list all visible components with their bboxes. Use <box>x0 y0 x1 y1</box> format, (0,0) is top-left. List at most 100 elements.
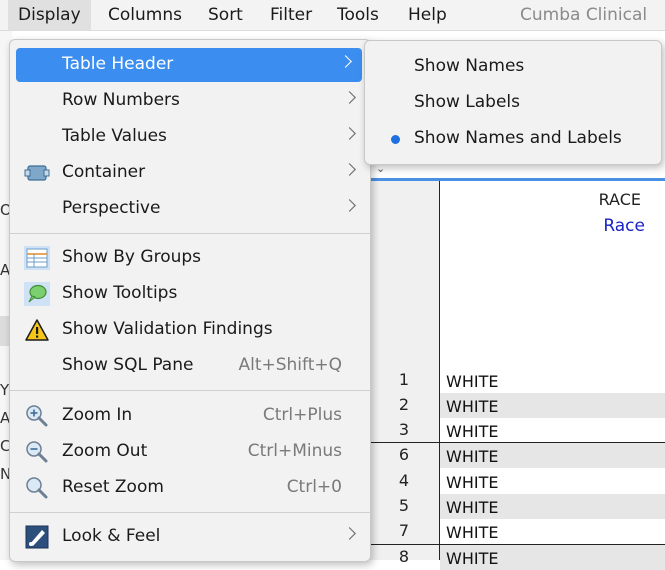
menu-tools[interactable]: Tools <box>327 0 389 30</box>
left-panel-char: Y <box>0 381 10 399</box>
tooltip-icon <box>24 282 50 306</box>
data-table: ⌄ RACE Race 1 WHITE 2 WHITE 3 WHITE 6 WH… <box>368 160 665 570</box>
menu-item-zoom-in[interactable]: Zoom In Ctrl+Plus <box>10 399 370 433</box>
column-header-name[interactable]: RACE <box>599 190 641 209</box>
menu-item-label: Reset Zoom <box>62 477 164 497</box>
cell-value: WHITE <box>446 397 499 416</box>
menu-item-shortcut: Ctrl+0 <box>286 477 342 497</box>
menu-item-label: Perspective <box>62 198 161 218</box>
chevron-right-icon <box>343 163 356 176</box>
submenu-item-label: Show Labels <box>414 92 520 112</box>
menu-item-show-validation-findings[interactable]: Show Validation Findings <box>10 313 370 347</box>
chevron-right-icon <box>343 199 356 212</box>
chevron-right-icon <box>343 127 356 140</box>
menu-separator <box>10 390 370 391</box>
column-header-label[interactable]: Race <box>603 216 645 236</box>
table-cell[interactable]: WHITE <box>440 368 665 393</box>
menu-item-reset-zoom[interactable]: Reset Zoom Ctrl+0 <box>10 471 370 505</box>
table-cell[interactable]: WHITE <box>440 393 665 418</box>
row-number: 7 <box>398 521 409 540</box>
menu-item-perspective[interactable]: Perspective <box>10 192 370 226</box>
menu-item-label: Show Tooltips <box>62 283 178 303</box>
menu-item-shortcut: Alt+Shift+Q <box>238 355 342 375</box>
menu-item-label: Zoom In <box>62 405 133 425</box>
row-number: 6 <box>398 445 409 464</box>
menu-item-label: Show By Groups <box>62 247 202 267</box>
menu-item-look-and-feel[interactable]: Look & Feel <box>10 520 370 554</box>
menu-item-container[interactable]: Container <box>10 156 370 190</box>
table-header-submenu: Show Names Show Labels Show Names and La… <box>364 40 662 165</box>
menu-item-show-tooltips[interactable]: Show Tooltips <box>10 277 370 311</box>
menu-item-label: Table Values <box>62 126 167 146</box>
look-and-feel-icon <box>24 525 50 549</box>
menu-item-show-sql-pane[interactable]: Show SQL Pane Alt+Shift+Q <box>10 349 370 383</box>
row-number: 8 <box>398 547 409 566</box>
submenu-item-show-names-and-labels[interactable]: Show Names and Labels <box>365 121 661 157</box>
table-cell[interactable]: WHITE <box>440 494 665 519</box>
menu-item-shortcut: Ctrl+Plus <box>262 405 342 425</box>
chevron-right-icon <box>339 55 352 68</box>
cell-value: WHITE <box>446 422 499 441</box>
menu-item-table-values[interactable]: Table Values <box>10 120 370 154</box>
table-cell[interactable]: WHITE <box>440 469 665 494</box>
menu-item-label: Show SQL Pane <box>62 355 194 375</box>
cell-value: WHITE <box>446 372 499 391</box>
table-cell[interactable]: WHITE <box>440 519 665 544</box>
menu-item-label: Look & Feel <box>62 526 161 546</box>
warning-icon <box>24 318 50 342</box>
menu-item-zoom-out[interactable]: Zoom Out Ctrl+Minus <box>10 435 370 469</box>
menu-item-show-by-groups[interactable]: Show By Groups <box>10 241 370 275</box>
menu-item-label: Row Numbers <box>62 90 180 110</box>
zoom-out-icon <box>24 440 50 464</box>
menu-separator <box>10 233 370 234</box>
menu-item-row-numbers[interactable]: Row Numbers <box>10 84 370 118</box>
cell-value: WHITE <box>446 473 499 492</box>
table-row[interactable]: 4 WHITE <box>368 469 665 494</box>
menu-item-shortcut: Ctrl+Minus <box>247 441 342 461</box>
table-row[interactable]: 1 WHITE <box>368 368 665 393</box>
table-row[interactable]: 6 WHITE <box>368 442 665 468</box>
submenu-item-show-labels[interactable]: Show Labels <box>365 85 661 121</box>
menu-filter[interactable]: Filter <box>260 0 322 30</box>
radio-selected-icon <box>391 135 400 144</box>
window-title: Cumba Clinical <box>520 5 648 25</box>
groups-icon <box>24 246 50 270</box>
row-number: 5 <box>398 496 409 515</box>
row-number: 4 <box>398 471 409 490</box>
table-row[interactable]: 3 WHITE <box>368 418 665 443</box>
cell-value: WHITE <box>446 549 499 568</box>
table-row[interactable]: 7 WHITE <box>368 519 665 544</box>
display-menu: Table Header Row Numbers Table Values Co… <box>9 39 371 562</box>
cell-value: WHITE <box>446 447 499 466</box>
menu-display[interactable]: Display <box>8 0 91 30</box>
table-row[interactable]: 8 WHITE <box>368 544 665 570</box>
table-cell[interactable]: WHITE <box>440 443 665 468</box>
menu-item-label: Show Validation Findings <box>62 319 273 339</box>
row-number: 2 <box>398 395 409 414</box>
menu-item-table-header[interactable]: Table Header <box>16 48 362 82</box>
menu-columns[interactable]: Columns <box>98 0 192 30</box>
table-row[interactable]: 2 WHITE <box>368 393 665 418</box>
cell-value: WHITE <box>446 523 499 542</box>
menu-sort[interactable]: Sort <box>198 0 253 30</box>
submenu-item-show-names[interactable]: Show Names <box>365 49 661 85</box>
row-number: 1 <box>398 370 409 389</box>
chevron-right-icon <box>343 91 356 104</box>
table-cell[interactable]: WHITE <box>440 418 665 443</box>
menu-item-label: Table Header <box>62 54 174 74</box>
menu-separator <box>10 512 370 513</box>
table-cell[interactable]: WHITE <box>440 545 665 570</box>
menu-help[interactable]: Help <box>398 0 457 30</box>
zoom-in-icon <box>24 404 50 428</box>
menu-item-label: Zoom Out <box>62 441 148 461</box>
submenu-item-label: Show Names and Labels <box>414 128 622 148</box>
table-row[interactable]: 5 WHITE <box>368 494 665 519</box>
cell-value: WHITE <box>446 498 499 517</box>
container-icon <box>24 161 50 185</box>
menubar: Display Columns Sort Filter Tools Help C… <box>0 0 665 31</box>
submenu-item-label: Show Names <box>414 56 525 76</box>
chevron-right-icon <box>343 527 356 540</box>
reset-zoom-icon <box>24 476 50 500</box>
row-number: 3 <box>398 420 409 439</box>
menu-item-label: Container <box>62 162 146 182</box>
